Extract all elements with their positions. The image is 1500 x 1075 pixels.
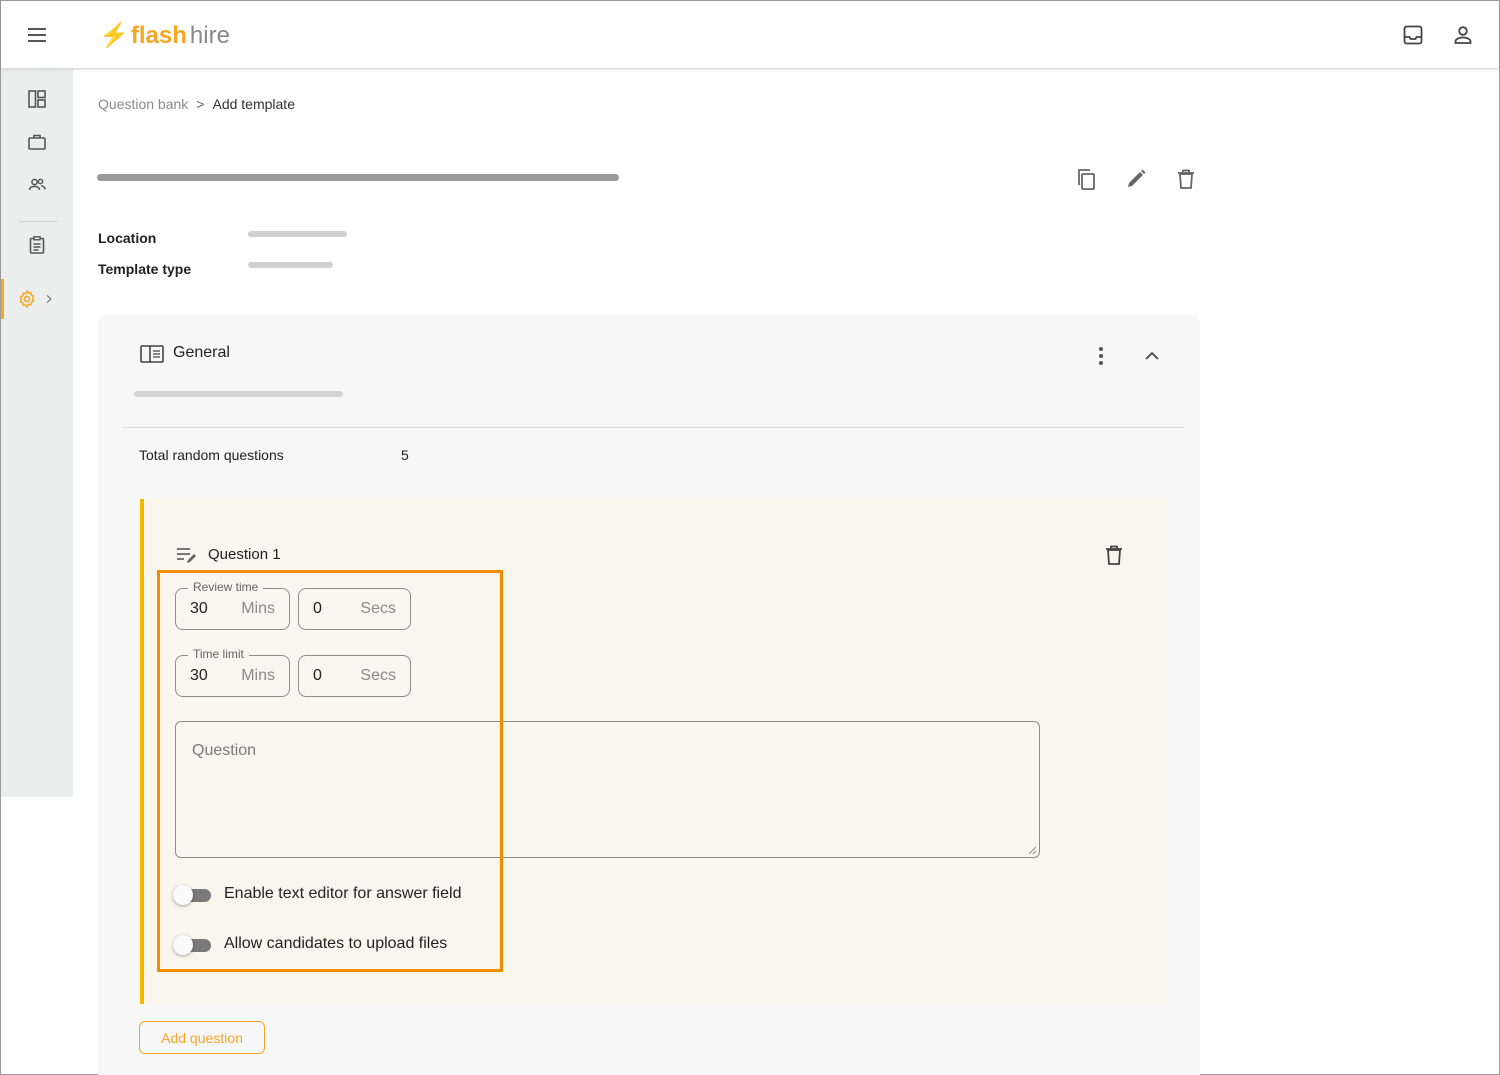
sidebar [1,69,73,797]
question-placeholder: Question [192,742,257,759]
time-limit-secs-field[interactable]: 0 Secs [298,655,411,697]
delete-template-icon[interactable] [1174,167,1198,191]
copy-icon[interactable] [1074,167,1098,191]
top-app-bar: ⚡ flash hire [1,1,1498,69]
section-description-placeholder [134,391,343,397]
template-title-placeholder [97,174,619,181]
more-vertical-icon[interactable] [1091,345,1111,367]
breadcrumb-separator-icon: > [196,96,205,112]
edit-notes-icon [176,545,198,565]
user-account-icon[interactable] [1451,23,1475,47]
review-time-legend: Review time [188,580,264,594]
review-time-secs-field[interactable]: 0 Secs [298,588,411,630]
total-random-questions-value: 5 [401,447,409,463]
sidebar-item-settings[interactable] [1,279,73,319]
delete-question-icon[interactable] [1102,543,1126,567]
logo-text-flash: flash [130,21,187,49]
time-limit-legend: Time limit [188,647,249,661]
location-value-placeholder [248,231,347,237]
breadcrumb: Question bank > Add template [98,96,295,112]
review-time-mins-unit: Mins [241,600,275,617]
time-limit-mins-field[interactable]: Time limit 30 Mins [175,647,290,697]
upload-files-toggle-label: Allow candidates to upload files [224,935,448,952]
sidebar-item-assessments[interactable] [1,225,73,265]
review-time-secs-unit: Secs [360,600,396,617]
text-editor-toggle-label: Enable text editor for answer field [224,885,462,902]
time-limit-mins-value: 30 [190,667,208,684]
toggle-knob [173,935,193,955]
menu-icon[interactable] [25,23,49,47]
toggle-knob [173,885,193,905]
dashboard-icon [28,90,46,108]
text-editor-toggle[interactable] [173,884,213,906]
template-type-label: Template type [98,261,192,277]
section-divider [123,427,1184,428]
review-time-mins-field[interactable]: Review time 30 Mins [175,580,290,630]
resize-handle-icon[interactable] [1028,846,1036,854]
time-limit-secs-unit: Secs [360,667,396,684]
lightning-bolt-icon: ⚡ [99,22,129,49]
chevron-right-icon [46,294,52,304]
people-icon [28,178,46,191]
location-label: Location [98,230,157,246]
book-icon [140,344,164,364]
review-time-mins-value: 30 [190,600,208,617]
inbox-icon[interactable] [1401,23,1425,47]
question-title: Question 1 [208,546,281,563]
flashhire-logo[interactable]: ⚡ flash hire [99,21,230,50]
time-limit-mins-unit: Mins [241,667,275,684]
briefcase-icon [28,134,46,150]
breadcrumb-question-bank[interactable]: Question bank [98,96,188,112]
add-question-button[interactable]: Add question [139,1021,265,1054]
time-limit-secs-value: 0 [313,667,322,684]
sidebar-item-jobs[interactable] [1,122,73,162]
template-type-value-placeholder [248,262,333,268]
edit-pencil-icon[interactable] [1124,167,1148,191]
upload-files-toggle[interactable] [173,934,213,956]
sidebar-divider [19,221,57,222]
sidebar-item-candidates[interactable] [1,165,73,205]
review-time-secs-value: 0 [313,600,322,617]
question-textarea[interactable]: Question [175,721,1040,858]
gear-icon [19,290,34,308]
breadcrumb-current: Add template [212,96,295,112]
logo-text-hire: hire [189,21,230,49]
chevron-up-icon[interactable] [1141,345,1163,367]
section-title: General [173,344,230,361]
total-random-questions-label: Total random questions [139,447,284,463]
clipboard-icon [29,236,45,254]
sidebar-item-dashboard[interactable] [1,79,73,119]
